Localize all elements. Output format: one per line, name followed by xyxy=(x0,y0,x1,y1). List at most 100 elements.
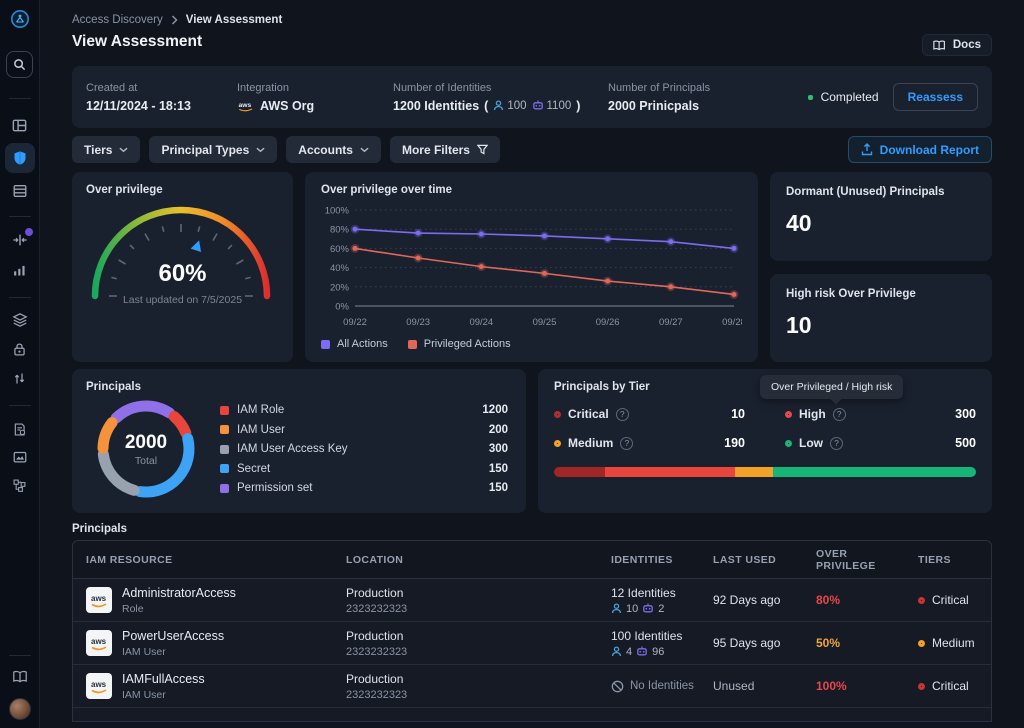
tier-grid: Critical ? 10 High ? 300 Medium ? xyxy=(554,407,976,450)
reassess-button[interactable]: Reassess xyxy=(893,83,978,111)
identities-count: 100 Identities xyxy=(611,629,700,643)
high-ring-icon xyxy=(785,411,792,418)
tier-bar-segment xyxy=(554,467,605,477)
col-last-used: LAST USED xyxy=(700,554,803,566)
human-identities-count: 100 xyxy=(493,100,526,112)
sidebar-item-reports[interactable] xyxy=(11,420,29,438)
no-identities: No Identities xyxy=(611,680,700,693)
status-group: Completed xyxy=(808,90,879,104)
circle-slash-icon xyxy=(611,680,624,693)
shield-icon xyxy=(12,150,28,166)
sidebar-item-dashboard[interactable] xyxy=(11,116,29,134)
help-icon[interactable]: ? xyxy=(616,408,629,421)
medium-ring-icon xyxy=(554,440,561,447)
identity-breakdown: 10 2 xyxy=(611,603,700,615)
book-icon xyxy=(933,40,947,51)
app-window: Access Discovery View Assessment View As… xyxy=(0,0,1024,728)
principals-donut-card: Principals 2000 Total IAM Role1200 IAM U… xyxy=(72,369,526,513)
legend-iam-user: IAM User200 xyxy=(220,424,508,436)
table-row[interactable]: aws IAMFullAccessIAM User Production2323… xyxy=(73,665,991,708)
resource-name: PowerUserAccess xyxy=(122,629,224,643)
sidebar-item-documentation[interactable] xyxy=(11,668,29,686)
principal-types-filter-button[interactable]: Principal Types xyxy=(149,136,277,163)
accounts-filter-button[interactable]: Accounts xyxy=(286,136,381,163)
table-header-row: IAM RESOURCE LOCATION IDENTITIES LAST US… xyxy=(73,541,991,579)
account-id: 2323232323 xyxy=(346,646,598,658)
tier-ring-icon xyxy=(918,597,925,604)
breadcrumb: Access Discovery View Assessment xyxy=(72,14,992,26)
docs-button[interactable]: Docs xyxy=(922,34,992,56)
table-row-partial xyxy=(73,708,991,721)
sidebar-item-org-chart[interactable] xyxy=(11,476,29,494)
export-icon xyxy=(861,143,873,156)
created-at-value: 12/11/2024 - 18:13 xyxy=(86,99,237,113)
table-row[interactable]: aws AdministratorAccessRole Production23… xyxy=(73,579,991,622)
svg-text:aws: aws xyxy=(91,680,107,689)
tier-cell: Medium xyxy=(905,636,991,650)
gauge-last-updated: Last updated on 7/5/2025 xyxy=(86,294,279,306)
sidebar-item-merge[interactable] xyxy=(11,231,29,249)
sidebar-item-inventory[interactable] xyxy=(11,182,29,200)
sidebar-item-layers[interactable] xyxy=(11,311,29,329)
tier-label: Medium xyxy=(932,636,975,650)
donut-total-label: Total xyxy=(135,455,157,467)
tier-distribution-bar xyxy=(554,467,976,477)
sidebar-divider xyxy=(9,216,31,217)
help-icon[interactable]: ? xyxy=(620,437,633,450)
identities-count: 12 Identities xyxy=(611,586,700,600)
identities-group: Number of Identities 1200 Identities ( 1… xyxy=(393,82,608,113)
svg-text:09/26: 09/26 xyxy=(596,317,620,328)
over-privilege-gauge-card: Over privilege 60% Last updated on 7/5/2… xyxy=(72,172,293,362)
tier-high: High ? 300 xyxy=(785,407,976,421)
person-icon xyxy=(493,100,504,111)
search-button[interactable] xyxy=(6,51,33,78)
sidebar-item-gallery[interactable] xyxy=(11,448,29,466)
resource-type: IAM User xyxy=(122,689,205,701)
legend-iam-role: IAM Role1200 xyxy=(220,404,508,416)
download-report-button[interactable]: Download Report xyxy=(848,136,992,163)
account-id: 2323232323 xyxy=(346,689,598,701)
high-risk-card-value: 10 xyxy=(786,312,976,339)
sidebar-divider xyxy=(9,655,31,656)
sidebar-item-access-discovery-active[interactable] xyxy=(5,143,35,173)
notification-badge xyxy=(24,227,34,237)
sidebar-item-analytics[interactable] xyxy=(11,261,29,279)
principals-by-tier-card: Principals by Tier Over Privileged / Hig… xyxy=(538,369,992,513)
critical-ring-icon xyxy=(554,411,561,418)
help-icon[interactable]: ? xyxy=(833,408,846,421)
over-privilege-line-chart: 0%20%40%60%80%100%09/2209/2309/2409/2509… xyxy=(321,200,742,332)
principals-label: Number of Principals xyxy=(608,82,808,94)
sidebar-item-transfers[interactable] xyxy=(11,369,29,387)
user-avatar[interactable] xyxy=(9,698,31,720)
sidebar xyxy=(0,0,40,728)
col-tiers: TIERS xyxy=(905,554,991,566)
legend-all-actions: All Actions xyxy=(321,338,388,350)
dormant-card-title: Dormant (Unused) Principals xyxy=(786,186,976,198)
tier-ring-icon xyxy=(918,683,925,690)
last-used-value: 95 Days ago xyxy=(700,636,803,650)
tier-critical: Critical ? 10 xyxy=(554,407,745,421)
app-logo-icon[interactable] xyxy=(10,9,30,29)
legend-iam-user-access-key: IAM User Access Key300 xyxy=(220,443,508,455)
sidebar-item-secrets[interactable] xyxy=(11,340,29,358)
table-row[interactable]: aws PowerUserAccessIAM User Production23… xyxy=(73,622,991,665)
sidebar-divider xyxy=(9,405,31,406)
breadcrumb-parent[interactable]: Access Discovery xyxy=(72,14,163,26)
created-at-group: Created at 12/11/2024 - 18:13 xyxy=(86,82,237,113)
more-filters-button[interactable]: More Filters xyxy=(390,136,500,163)
location-value: Production xyxy=(346,672,598,686)
dormant-card-value: 40 xyxy=(786,210,976,237)
col-identities: IDENTITIES xyxy=(598,554,700,566)
svg-text:09/25: 09/25 xyxy=(533,317,557,328)
legend-secret: Secret150 xyxy=(220,463,508,475)
line-chart-title: Over privilege over time xyxy=(321,184,742,196)
overview-cards-row: Over privilege 60% Last updated on 7/5/2… xyxy=(72,172,992,356)
col-iam-resource: IAM RESOURCE xyxy=(73,554,333,566)
integration-group: Integration aws AWS Org xyxy=(237,82,393,113)
gauge-value: 60% xyxy=(86,260,279,288)
help-icon[interactable]: ? xyxy=(830,437,843,450)
docs-button-label: Docs xyxy=(953,39,981,51)
svg-text:80%: 80% xyxy=(330,225,350,236)
tiers-filter-button[interactable]: Tiers xyxy=(72,136,140,163)
col-location: LOCATION xyxy=(333,554,598,566)
